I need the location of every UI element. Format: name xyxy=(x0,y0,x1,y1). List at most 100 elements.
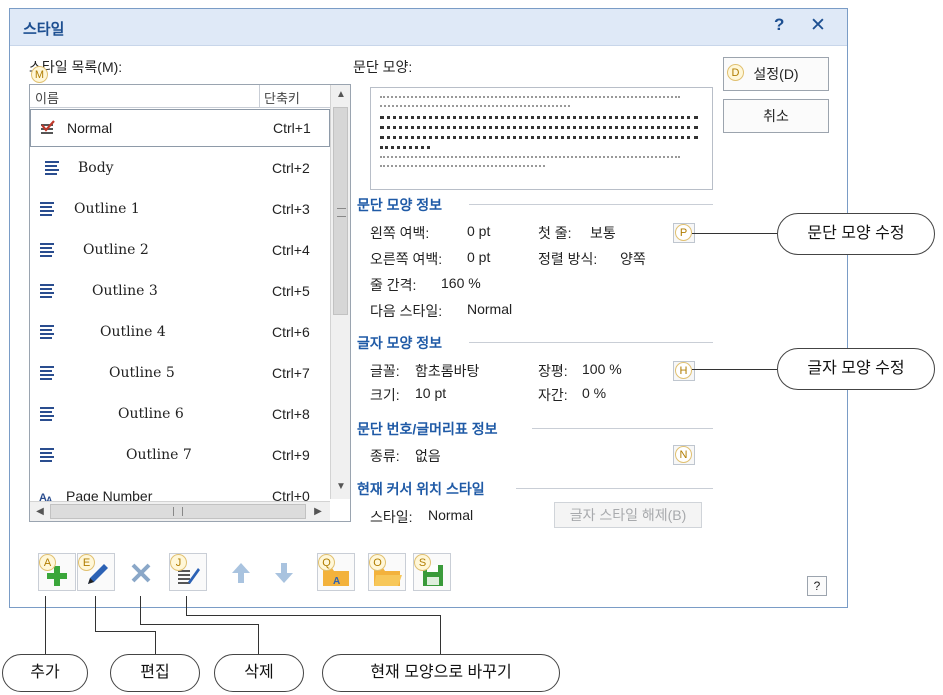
style-item-label: Body xyxy=(78,160,114,176)
style-dialog: 스타일 ? ✕ 스타일 목록(M): M 이름 단축키 Normal Ctrl+… xyxy=(9,8,848,608)
cursor-style-label: 스타일: xyxy=(370,509,413,525)
scroll-thumb[interactable] xyxy=(333,107,348,315)
paragraph-style-icon xyxy=(40,202,54,216)
scroll-grip-icon xyxy=(337,208,346,217)
paragraph-style-icon xyxy=(40,448,54,462)
column-divider[interactable] xyxy=(259,85,260,107)
cursor-style-heading: 현재 커서 위치 스타일 xyxy=(357,481,485,497)
right-margin-label: 오른쪽 여백: xyxy=(370,251,443,267)
import-style-button[interactable]: A Q xyxy=(317,553,355,591)
paragraph-style-icon xyxy=(40,243,54,257)
column-header-shortcut[interactable]: 단축키 xyxy=(264,88,300,107)
callout-connector xyxy=(692,233,777,234)
callout-connector xyxy=(692,369,777,370)
scroll-thumb-horizontal[interactable] xyxy=(50,504,306,519)
cancel-button[interactable]: 취소 xyxy=(723,99,829,133)
scroll-right-icon[interactable]: ▶ xyxy=(310,502,326,521)
style-item-outline-2[interactable]: Outline 2 Ctrl+4 xyxy=(30,232,330,270)
char-shape-edit-button[interactable]: H xyxy=(673,361,695,381)
vertical-scrollbar[interactable]: ▲ ▼ xyxy=(330,85,350,499)
scroll-down-icon[interactable]: ▼ xyxy=(331,477,350,497)
hotkey-badge-a: A xyxy=(39,554,56,571)
numbering-edit-button[interactable]: N xyxy=(673,445,695,465)
style-item-outline-4[interactable]: Outline 4 Ctrl+6 xyxy=(30,314,330,352)
release-char-style-button[interactable]: 글자 스타일 해제(B) xyxy=(554,502,702,528)
callout-connector xyxy=(186,615,440,616)
style-item-label: Outline 2 xyxy=(83,242,149,258)
style-list[interactable]: 이름 단축키 Normal Ctrl+1 Body Ctrl+2 Outline… xyxy=(29,84,351,522)
line-spacing-label: 줄 간격: xyxy=(370,277,417,293)
style-item-outline-6[interactable]: Outline 6 Ctrl+8 xyxy=(30,396,330,434)
style-list-header: 이름 단축키 xyxy=(30,85,330,108)
hotkey-badge-n: N xyxy=(675,446,692,463)
style-item-shortcut: Ctrl+9 xyxy=(272,447,310,463)
preview-text-line xyxy=(380,116,698,122)
callout-paragraph-edit: 문단 모양 수정 xyxy=(777,213,935,255)
help-icon[interactable]: ? xyxy=(774,15,784,35)
scroll-grip-icon xyxy=(173,507,183,516)
style-item-shortcut: Ctrl+2 xyxy=(272,160,310,176)
callout-connector xyxy=(95,596,96,632)
font-value: 함초롬바탕 xyxy=(415,363,480,379)
open-style-file-button[interactable]: O xyxy=(368,553,406,591)
style-item-shortcut: Ctrl+3 xyxy=(272,201,310,217)
move-up-icon xyxy=(232,563,250,583)
help-button[interactable]: ? xyxy=(807,576,827,596)
style-item-shortcut: Ctrl+4 xyxy=(272,242,310,258)
close-icon[interactable]: ✕ xyxy=(810,14,826,37)
add-style-button[interactable]: A xyxy=(38,553,76,591)
font-label: 글꼴: xyxy=(370,363,400,379)
style-item-body[interactable]: Body Ctrl+2 xyxy=(30,150,330,188)
style-item-shortcut: Ctrl+8 xyxy=(272,406,310,422)
preview-text-line xyxy=(380,96,680,101)
horizontal-scrollbar[interactable]: ◀ ▶ xyxy=(30,501,330,521)
callout-delete: 삭제 xyxy=(214,654,304,692)
left-margin-value: 0 pt xyxy=(467,223,491,239)
style-item-label: Outline 1 xyxy=(74,201,140,217)
style-item-shortcut: Ctrl+6 xyxy=(272,324,310,340)
move-down-icon xyxy=(275,563,293,583)
style-item-outline-3[interactable]: Outline 3 Ctrl+5 xyxy=(30,273,330,311)
scroll-up-icon[interactable]: ▲ xyxy=(331,85,350,105)
title-bar: 스타일 ? ✕ xyxy=(10,9,847,46)
paragraph-style-icon xyxy=(45,161,59,175)
style-item-normal[interactable]: Normal Ctrl+1 xyxy=(30,109,330,147)
column-header-name[interactable]: 이름 xyxy=(35,88,59,107)
line-spacing-value: 160 % xyxy=(441,275,481,291)
preview-text-line xyxy=(380,146,430,152)
hotkey-badge-o: O xyxy=(369,554,386,571)
paragraph-style-icon xyxy=(40,407,54,421)
edit-style-button[interactable]: E xyxy=(77,553,115,591)
callout-connector xyxy=(186,596,187,616)
section-divider xyxy=(469,204,713,205)
callout-connector xyxy=(440,615,441,654)
save-style-file-button[interactable]: S xyxy=(413,553,451,591)
move-down-button[interactable] xyxy=(266,553,304,591)
callout-connector xyxy=(155,631,156,654)
callout-connector xyxy=(140,596,141,624)
callout-connector xyxy=(258,624,259,654)
style-item-outline-7[interactable]: Outline 7 Ctrl+9 xyxy=(30,437,330,475)
replace-with-current-button[interactable]: J xyxy=(169,553,207,591)
section-divider xyxy=(516,488,713,489)
section-divider xyxy=(532,428,713,429)
paragraph-style-icon xyxy=(40,366,54,380)
char-width-value: 100 % xyxy=(582,361,622,377)
first-line-label: 첫 줄: xyxy=(538,225,572,241)
left-margin-label: 왼쪽 여백: xyxy=(370,225,430,241)
delete-style-button[interactable] xyxy=(123,553,161,591)
paragraph-info-heading: 문단 모양 정보 xyxy=(357,197,443,213)
paragraph-style-icon xyxy=(40,284,54,298)
scroll-left-icon[interactable]: ◀ xyxy=(32,502,48,521)
preview-text-line xyxy=(380,105,570,110)
preview-text-line xyxy=(380,156,680,161)
style-item-outline-1[interactable]: Outline 1 Ctrl+3 xyxy=(30,191,330,229)
first-line-value: 보통 xyxy=(590,225,616,241)
move-up-button[interactable] xyxy=(223,553,261,591)
preview-text-line xyxy=(380,136,698,142)
dialog-title: 스타일 xyxy=(23,21,65,38)
style-item-outline-5[interactable]: Outline 5 Ctrl+7 xyxy=(30,355,330,393)
preview-text-line xyxy=(380,165,545,170)
section-divider xyxy=(469,342,713,343)
style-item-label: Outline 4 xyxy=(100,324,166,340)
